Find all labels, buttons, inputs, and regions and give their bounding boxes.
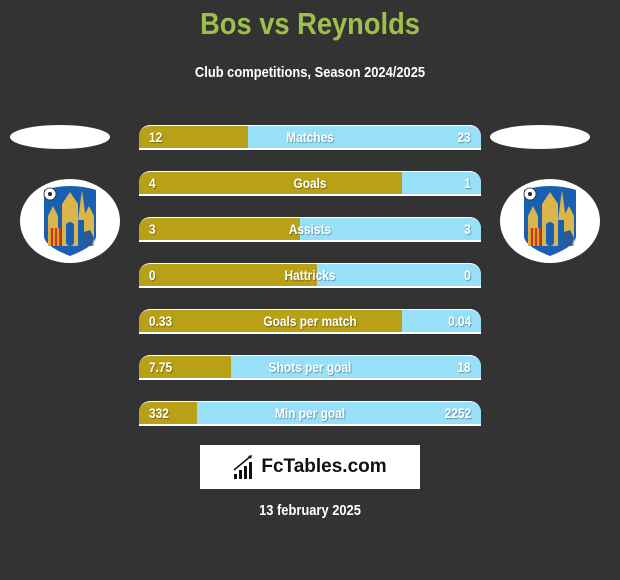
stat-label: Min per goal <box>274 405 346 421</box>
stat-row-min-per-goal: 332 Min per goal 2252 <box>139 401 481 426</box>
stat-row-assists: 3 Assists 3 <box>139 217 481 242</box>
left-player-name-placeholder <box>10 125 110 149</box>
brand-name: FcTables.com <box>261 456 387 477</box>
page-title: Bos vs Reynolds <box>200 6 420 41</box>
left-value: 4 <box>149 175 156 191</box>
right-value: 2252 <box>444 405 471 421</box>
stat-row-shots-per-goal: 7.75 Shots per goal 18 <box>139 355 481 380</box>
stat-label: Assists <box>288 221 332 237</box>
right-value: 18 <box>457 359 471 375</box>
fctables-logo[interactable]: FcTables.com <box>200 445 420 489</box>
right-player-name-placeholder <box>490 125 590 149</box>
right-value: 0.04 <box>447 313 471 329</box>
right-value: 23 <box>457 129 471 145</box>
stat-label: Matches <box>286 129 334 145</box>
stat-row-goals-per-match: 0.33 Goals per match 0.04 <box>139 309 481 334</box>
date-label: 13 february 2025 <box>259 502 361 519</box>
left-value: 3 <box>149 221 156 237</box>
stat-row-goals: 4 Goals 1 <box>139 171 481 196</box>
left-value: 0 <box>149 267 156 283</box>
club-crest-icon <box>43 186 96 256</box>
right-value: 0 <box>464 267 471 283</box>
competition-subtitle: Club competitions, Season 2024/2025 <box>194 64 426 81</box>
stat-row-hattricks: 0 Hattricks 0 <box>139 263 481 288</box>
left-value: 12 <box>149 129 163 145</box>
stat-label: Hattricks <box>284 267 336 283</box>
right-value: 1 <box>464 175 471 191</box>
club-crest-icon <box>523 186 576 256</box>
bar-chart-icon <box>233 455 253 479</box>
left-team-logo <box>20 179 120 263</box>
stat-label: Goals <box>293 175 327 191</box>
right-value: 3 <box>464 221 471 237</box>
stat-label: Goals per match <box>263 313 357 329</box>
stat-row-matches: 12 Matches 23 <box>139 125 481 150</box>
stat-label: Shots per goal <box>268 359 352 375</box>
right-team-logo <box>500 179 600 263</box>
